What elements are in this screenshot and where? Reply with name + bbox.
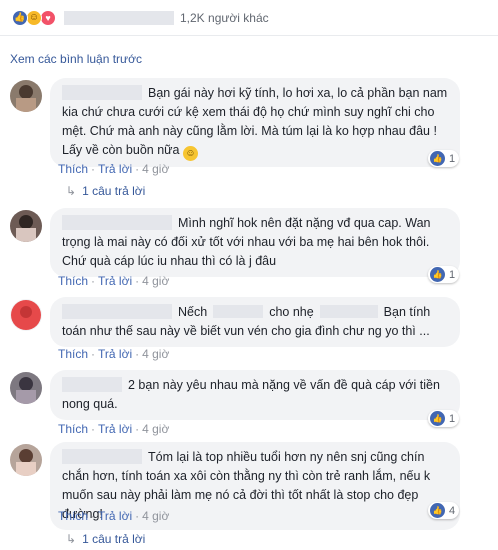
haha-icon[interactable]: ☺ [26, 9, 42, 26]
reply-arrow-icon: ↳ [66, 532, 77, 546]
avatar[interactable] [10, 299, 42, 331]
comment-like-count[interactable]: 👍 1 [428, 410, 460, 427]
author-name[interactable] [62, 377, 122, 392]
like-button[interactable]: Thích [58, 347, 88, 361]
like-button[interactable]: Thích [58, 509, 88, 523]
comment-actions: Thích · Trả lời · 4 giờ [58, 274, 170, 288]
like-button[interactable]: Thích [58, 162, 88, 176]
comment-actions: Thích · Trả lời · 4 giờ [58, 347, 170, 361]
redacted-names [64, 10, 174, 25]
redacted-text [213, 305, 264, 318]
comment-like-count[interactable]: 👍 1 [428, 266, 460, 283]
comment-bubble: Bạn gái này hơi kỹ tính, lo hơi xa, lo c… [50, 78, 460, 167]
author-name[interactable] [62, 304, 172, 319]
author-name[interactable] [62, 85, 142, 100]
view-replies-link[interactable]: ↳ 1 câu trả lời [66, 184, 145, 198]
like-icon: 👍 [430, 267, 445, 282]
comment-text-part: cho nhẹ [269, 305, 314, 319]
reply-button[interactable]: Trả lời [98, 422, 132, 436]
comment-time[interactable]: 4 giờ [142, 162, 169, 176]
like-button[interactable]: Thích [58, 274, 88, 288]
like-icon: 👍 [430, 503, 445, 518]
comment-actions: Thích · Trả lời · 4 giờ [58, 509, 170, 523]
comment-actions: Thích · Trả lời · 4 giờ [58, 422, 170, 436]
view-replies-link[interactable]: ↳ 1 câu trả lời [66, 532, 145, 546]
author-name[interactable] [62, 449, 142, 464]
reactions-bar: 👍 ☺ ♥ 1,2K người khác [0, 0, 498, 36]
avatar[interactable] [10, 444, 42, 476]
comment-time[interactable]: 4 giờ [142, 274, 169, 288]
comment-like-count[interactable]: 👍 4 [428, 502, 460, 519]
avatar[interactable] [10, 210, 42, 242]
comment-time[interactable]: 4 giờ [142, 347, 169, 361]
love-icon[interactable]: ♥ [40, 9, 56, 26]
comment-like-count[interactable]: 👍 1 [428, 150, 460, 167]
reply-button[interactable]: Trả lời [98, 274, 132, 288]
author-name[interactable] [62, 215, 172, 230]
comment-bubble: Nếch cho nhẹ Bạn tính toán như thế sau này… [50, 297, 460, 347]
comment-time[interactable]: 4 giờ [142, 509, 169, 523]
like-icon: 👍 [430, 411, 445, 426]
avatar[interactable] [10, 80, 42, 112]
avatar[interactable] [10, 372, 42, 404]
comment-text-part: Nếch [178, 305, 208, 319]
comment-bubble: 2 bạn này yêu nhau mà nặng về vấn đề quà… [50, 370, 460, 420]
smiley-emoji-icon: ☺ [182, 146, 198, 161]
redacted-text [319, 305, 378, 318]
reply-button[interactable]: Trả lời [98, 347, 132, 361]
comment-time[interactable]: 4 giờ [142, 422, 169, 436]
reply-arrow-icon: ↳ [66, 184, 77, 198]
reply-button[interactable]: Trả lời [98, 162, 132, 176]
view-previous-comments-link[interactable]: Xem các bình luận trước [10, 52, 142, 66]
comment-bubble: Mình nghĩ hok nên đặt nặng vđ qua cap. W… [50, 208, 460, 277]
comment-actions: Thích · Trả lời · 4 giờ [58, 162, 170, 176]
reply-button[interactable]: Trả lời [98, 509, 132, 523]
like-icon[interactable]: 👍 [12, 9, 28, 26]
like-icon: 👍 [430, 151, 445, 166]
reaction-count[interactable]: 1,2K người khác [180, 11, 269, 25]
like-button[interactable]: Thích [58, 422, 88, 436]
